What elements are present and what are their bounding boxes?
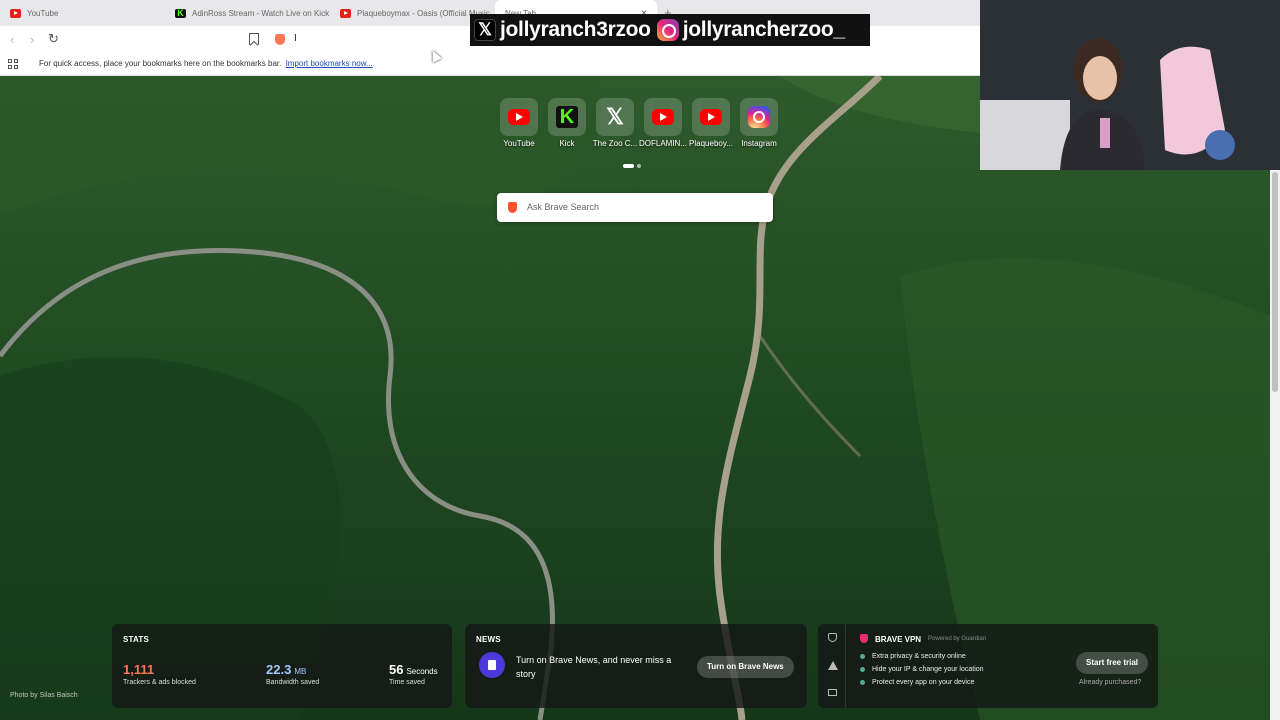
- top-site-instagram[interactable]: Instagram: [735, 98, 783, 148]
- top-site-doflamin[interactable]: DOFLAMIN...: [639, 98, 687, 148]
- brave-logo-icon: [508, 202, 517, 213]
- vpn-title: BRAVE VPN: [875, 635, 922, 644]
- youtube-icon: [700, 109, 722, 125]
- time-value: 56: [389, 662, 404, 677]
- stats-widget: STATS 1,111 Trackers & ads blocked 22.3 M…: [112, 624, 452, 708]
- top-site-plaqueboy[interactable]: Plaqueboy...: [687, 98, 735, 148]
- check-icon: [860, 680, 865, 685]
- tab-kick[interactable]: K AdinRoss Stream - Watch Live on Kick: [165, 0, 330, 26]
- kick-icon: K: [175, 8, 186, 18]
- scrollbar-thumb[interactable]: [1272, 172, 1278, 392]
- news-icon: [479, 652, 505, 678]
- bookmarks-message: For quick access, place your bookmarks h…: [39, 59, 282, 68]
- top-sites: YouTube K Kick 𝕏 The Zoo C... DOFLAMIN..…: [495, 98, 783, 148]
- bandwidth-stat: 22.3 MB Bandwidth saved: [266, 662, 319, 686]
- top-site-label: Plaqueboy...: [689, 139, 733, 148]
- kick-icon: K: [556, 106, 578, 128]
- start-free-trial-button[interactable]: Start free trial: [1076, 652, 1149, 674]
- top-site-label: Instagram: [741, 139, 777, 148]
- check-icon: [860, 667, 865, 672]
- brave-vpn-icon: [860, 634, 868, 643]
- widget-rail: [818, 624, 846, 708]
- check-icon: [860, 654, 865, 659]
- page-scrollbar[interactable]: [1270, 170, 1280, 720]
- top-site-label: The Zoo C...: [592, 139, 638, 148]
- news-message: Turn on Brave News, and never miss a sto…: [516, 655, 672, 679]
- webcam-feed: [980, 0, 1280, 170]
- news-widget: NEWS Turn on Brave News, and never miss …: [465, 624, 807, 708]
- bandwidth-unit: MB: [294, 667, 307, 676]
- vpn-powered-by: Powered by Guardian: [928, 636, 987, 642]
- stream-social-overlay: 𝕏 jollyranch3rzoo jollyrancherzoo_: [470, 14, 870, 46]
- vpn-widget: BRAVE VPN Powered by Guardian Extra priv…: [818, 624, 1158, 708]
- bookmarks-bar: For quick access, place your bookmarks h…: [0, 53, 980, 76]
- forward-button[interactable]: ›: [30, 32, 34, 47]
- vpn-feature: Extra privacy & security online: [860, 653, 966, 660]
- bandwidth-label: Bandwidth saved: [266, 679, 320, 686]
- bookmark-icon[interactable]: [249, 33, 259, 45]
- top-sites-pager[interactable]: [623, 164, 641, 168]
- youtube-icon: [10, 8, 21, 18]
- youtube-icon: [508, 109, 530, 125]
- trackers-stat: 1,111 Trackers & ads blocked: [123, 662, 196, 686]
- shield-icon[interactable]: [828, 633, 837, 642]
- tab-youtube[interactable]: YouTube: [0, 0, 165, 26]
- vpn-icon[interactable]: [828, 661, 838, 670]
- top-site-kick[interactable]: K Kick: [543, 98, 591, 148]
- widgets-icon[interactable]: [828, 689, 837, 696]
- photo-credit[interactable]: Photo by Silas Baisch: [10, 692, 78, 699]
- import-bookmarks-link[interactable]: Import bookmarks now...: [286, 59, 373, 68]
- vpn-feature: Protect every app on your device: [860, 679, 974, 686]
- time-label: Time saved: [389, 679, 425, 686]
- brave-search-box[interactable]: Ask Brave Search: [497, 193, 773, 222]
- instagram-handle: jollyrancherzoo_: [682, 18, 845, 41]
- top-site-label: Kick: [559, 139, 575, 148]
- top-site-label: DOFLAMIN...: [639, 139, 687, 148]
- x-icon: 𝕏: [606, 104, 624, 129]
- trackers-label: Trackers & ads blocked: [123, 679, 196, 686]
- youtube-icon: [340, 8, 351, 18]
- time-unit: Seconds: [406, 667, 438, 676]
- news-title: NEWS: [476, 635, 501, 644]
- apps-grid-icon[interactable]: [8, 59, 18, 69]
- already-purchased-link[interactable]: Already purchased?: [1079, 679, 1141, 686]
- top-site-the-zoo[interactable]: 𝕏 The Zoo C...: [591, 98, 639, 148]
- top-site-youtube[interactable]: YouTube: [495, 98, 543, 148]
- back-button[interactable]: ‹: [10, 32, 14, 47]
- bandwidth-value: 22.3: [266, 662, 292, 677]
- trackers-value: 1,111: [123, 662, 155, 677]
- tab-title: YouTube: [27, 8, 59, 18]
- x-icon: 𝕏: [474, 19, 496, 41]
- tab-title: AdinRoss Stream - Watch Live on Kick: [192, 8, 330, 18]
- brave-shield-icon[interactable]: [275, 34, 285, 45]
- x-handle: jollyranch3rzoo: [500, 18, 651, 41]
- search-input[interactable]: Ask Brave Search: [527, 202, 599, 212]
- time-stat: 56 Seconds Time saved: [389, 662, 438, 686]
- stats-title: STATS: [123, 635, 150, 644]
- turn-on-news-button[interactable]: Turn on Brave News: [697, 656, 794, 678]
- youtube-icon: [652, 109, 674, 125]
- instagram-icon: [656, 19, 679, 41]
- top-site-label: YouTube: [503, 139, 535, 148]
- address-bar[interactable]: I: [294, 33, 297, 44]
- instagram-icon: [748, 106, 770, 128]
- vpn-feature: Hide your IP & change your location: [860, 666, 984, 673]
- reload-button[interactable]: ↻: [48, 31, 59, 47]
